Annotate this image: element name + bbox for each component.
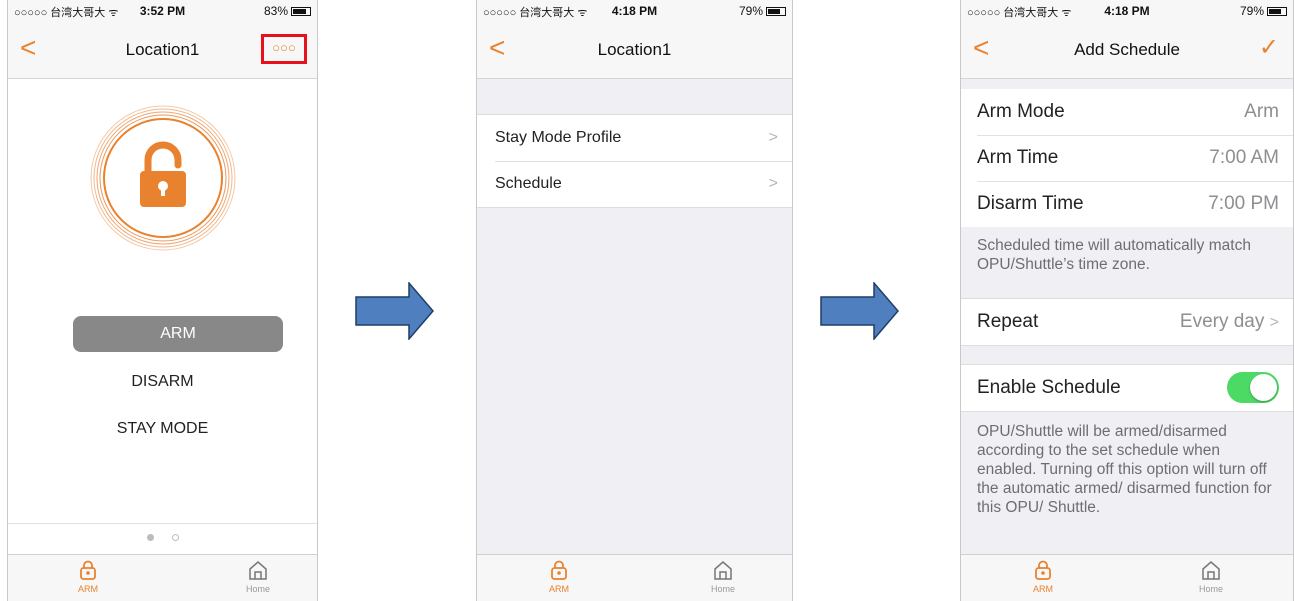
- enable-group: Enable Schedule: [961, 364, 1293, 412]
- nav-bar: < Add Schedule ✓: [961, 22, 1293, 79]
- repeat-label: Repeat: [977, 311, 1039, 332]
- battery-percent: 79%: [738, 4, 763, 18]
- toggle-knob: [1250, 374, 1277, 401]
- enable-schedule-toggle[interactable]: [1227, 372, 1279, 403]
- list-item-label: Stay Mode Profile: [495, 129, 622, 146]
- tab-arm-label: ARM: [78, 584, 98, 594]
- tab-bar: ARM Home: [477, 554, 792, 601]
- stay-mode-button[interactable]: STAY MODE: [8, 420, 317, 438]
- battery-percent: 83%: [263, 4, 288, 18]
- repeat-value-wrap: Every day >: [1180, 299, 1279, 346]
- timezone-note: Scheduled time will automatically match …: [977, 237, 1251, 273]
- tab-home[interactable]: Home: [693, 559, 753, 594]
- arm-mode-row[interactable]: Arm Mode Arm: [961, 89, 1293, 135]
- battery-percent: 79%: [1239, 4, 1264, 18]
- tab-home-label: Home: [710, 584, 735, 594]
- status-bar: ○○○○○ 台湾大哥大 ᯤ 4:18 PM 79%: [477, 0, 792, 22]
- enable-schedule-label: Enable Schedule: [977, 377, 1121, 398]
- settings-list: Stay Mode Profile > Schedule >: [477, 114, 792, 208]
- nav-bar: < Location1 ○○○: [8, 22, 317, 79]
- nav-title: Add Schedule: [1074, 40, 1180, 59]
- tab-bar: ARM Home: [961, 554, 1293, 601]
- chevron-right-icon: >: [768, 129, 778, 146]
- page-dot-active: [146, 534, 154, 541]
- repeat-row[interactable]: Repeat Every day >: [961, 299, 1293, 345]
- arm-time-value: 7:00 AM: [1209, 147, 1279, 168]
- flow-arrow-icon: [355, 282, 434, 340]
- battery-indicator: 83%: [264, 4, 311, 18]
- tab-arm-label: ARM: [1033, 584, 1053, 594]
- disarm-mode-button[interactable]: DISARM: [8, 373, 317, 391]
- status-bar: ○○○○○ 台湾大哥大 ᯤ 4:18 PM 79%: [961, 0, 1293, 22]
- screen-add-schedule: ○○○○○ 台湾大哥大 ᯤ 4:18 PM 79% < Add Schedule…: [960, 0, 1294, 601]
- arm-mode-value: Arm: [1244, 101, 1279, 122]
- home-icon: [249, 561, 267, 580]
- flow-arrow-icon: [820, 282, 899, 340]
- battery-indicator: 79%: [1240, 4, 1287, 18]
- lock-status-rings: [90, 105, 236, 251]
- screen-location-settings: ○○○○○ 台湾大哥大 ᯤ 4:18 PM 79% < Location1 St…: [476, 0, 793, 601]
- chevron-right-icon: >: [768, 175, 778, 192]
- checkmark-icon[interactable]: ✓: [1259, 32, 1279, 64]
- screen-location-arm: ○○○○○ 台湾大哥大 ᯤ 3:52 PM 83% < Location1 ○○…: [7, 0, 318, 601]
- tab-home-label: Home: [1198, 584, 1223, 594]
- battery-indicator: 79%: [739, 4, 786, 18]
- lock-tab-icon: [80, 560, 96, 580]
- tab-home[interactable]: Home: [1181, 559, 1241, 594]
- tab-home[interactable]: Home: [228, 559, 288, 594]
- arm-panel: ARM DISARM STAY MODE: [8, 79, 317, 554]
- page-indicator: [8, 528, 317, 546]
- lock-tab-icon: [1035, 560, 1051, 580]
- page-dot[interactable]: [171, 534, 179, 541]
- status-bar: ○○○○○ 台湾大哥大 ᯤ 3:52 PM 83%: [8, 0, 317, 22]
- chevron-right-icon: >: [1269, 314, 1279, 331]
- home-icon: [1202, 561, 1220, 580]
- list-item-stay-mode-profile[interactable]: Stay Mode Profile >: [477, 115, 792, 161]
- nav-title: Location1: [597, 40, 672, 59]
- tab-arm[interactable]: ARM: [529, 559, 589, 594]
- lock-tab-icon: [551, 560, 567, 580]
- tab-home-label: Home: [245, 584, 270, 594]
- battery-icon: [1267, 7, 1287, 16]
- battery-icon: [291, 7, 311, 16]
- tab-arm[interactable]: ARM: [58, 559, 118, 594]
- home-icon: [714, 561, 732, 580]
- arm-time-row[interactable]: Arm Time 7:00 AM: [961, 135, 1293, 181]
- tab-bar: ARM Home: [8, 554, 317, 601]
- arm-mode-label: Arm Mode: [977, 101, 1065, 122]
- battery-icon: [766, 7, 786, 16]
- list-item-label: Schedule: [495, 175, 562, 192]
- tab-arm[interactable]: ARM: [1013, 559, 1073, 594]
- repeat-group: Repeat Every day >: [961, 298, 1293, 346]
- enable-schedule-row: Enable Schedule: [961, 365, 1293, 411]
- disarm-time-label: Disarm Time: [977, 193, 1084, 214]
- list-item-schedule[interactable]: Schedule >: [477, 161, 792, 207]
- enable-schedule-note: OPU/Shuttle will be armed/disarmed accor…: [977, 423, 1272, 516]
- divider: [8, 523, 317, 524]
- disarm-time-row[interactable]: Disarm Time 7:00 PM: [961, 181, 1293, 227]
- disarm-time-value: 7:00 PM: [1208, 193, 1279, 214]
- tab-arm-label: ARM: [549, 584, 569, 594]
- arm-mode-button[interactable]: ARM: [73, 316, 283, 352]
- repeat-value: Every day: [1179, 311, 1265, 332]
- nav-bar: < Location1: [477, 22, 792, 79]
- arm-time-label: Arm Time: [977, 147, 1059, 168]
- more-options-button[interactable]: ○○○: [261, 34, 307, 64]
- schedule-settings-group: Arm Mode Arm Arm Time 7:00 AM Disarm Tim…: [961, 89, 1293, 227]
